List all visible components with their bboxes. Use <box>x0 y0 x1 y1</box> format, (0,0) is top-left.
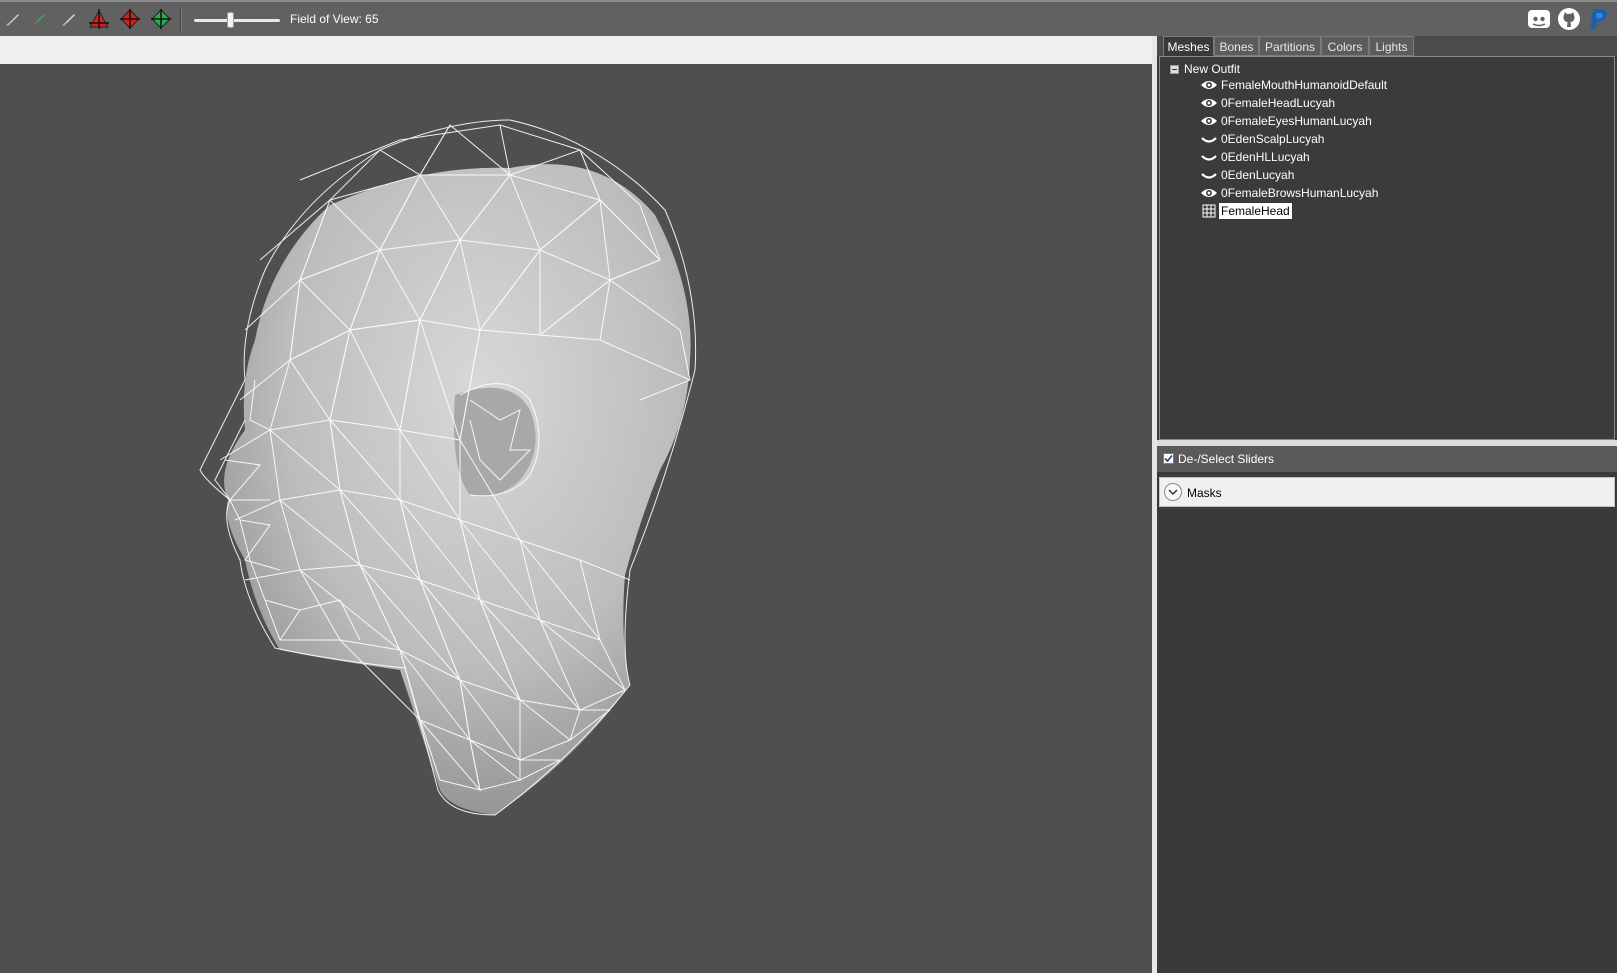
paypal-icon[interactable] <box>1586 6 1612 32</box>
mesh-name[interactable]: 0EdenHLLucyah <box>1219 149 1312 165</box>
brush-icon[interactable] <box>0 6 26 32</box>
mesh-name[interactable]: FemaleHead <box>1218 202 1293 220</box>
field-of-view-label: Field of View: 65 <box>290 12 379 26</box>
inflate-icon[interactable] <box>117 6 143 32</box>
slider-thumb[interactable] <box>227 12 234 28</box>
mesh-name[interactable]: 0EdenScalpLucyah <box>1219 131 1326 147</box>
wireframe-grid-icon[interactable] <box>1200 204 1218 218</box>
mesh-name[interactable]: 0EdenLucyah <box>1219 167 1296 183</box>
tab-partitions[interactable]: Partitions <box>1259 36 1321 56</box>
mesh-name[interactable]: 0FemaleBrowsHumanLucyah <box>1219 185 1380 201</box>
panel-tabs: Meshes Bones Partitions Colors Lights <box>1157 36 1617 56</box>
field-of-view-slider[interactable] <box>194 11 280 29</box>
right-panel: Meshes Bones Partitions Colors Lights Ne… <box>1157 36 1617 973</box>
expand-masks-button[interactable] <box>1164 483 1182 501</box>
tab-bones[interactable]: Bones <box>1214 36 1259 56</box>
discord-icon[interactable] <box>1526 6 1552 32</box>
eye-closed-icon[interactable] <box>1200 150 1218 164</box>
select-sliders-checkbox[interactable] <box>1163 453 1174 464</box>
eye-icon[interactable] <box>1200 186 1218 200</box>
masks-label[interactable]: Masks <box>1187 485 1222 501</box>
slider-track <box>194 19 280 22</box>
mesh-name[interactable]: 0FemaleHeadLucyah <box>1219 95 1337 111</box>
move-vertex-icon[interactable] <box>86 6 112 32</box>
collapse-icon[interactable] <box>1170 65 1179 74</box>
viewport-info-bar <box>0 36 1152 64</box>
tab-colors[interactable]: Colors <box>1321 36 1369 56</box>
eye-closed-icon[interactable] <box>1200 168 1218 182</box>
eye-icon[interactable] <box>1200 96 1218 110</box>
mask-brush-icon[interactable] <box>26 6 52 32</box>
sliders-header: De-/Select Sliders <box>1157 446 1617 472</box>
deflate-icon[interactable] <box>148 6 174 32</box>
mesh-name[interactable]: FemaleMouthHumanoidDefault <box>1219 77 1389 93</box>
checkmark-icon <box>1164 454 1173 463</box>
github-icon[interactable] <box>1556 6 1582 32</box>
masks-group[interactable]: Masks <box>1159 477 1615 507</box>
select-sliders-label[interactable]: De-/Select Sliders <box>1178 451 1274 467</box>
mesh-tree[interactable]: New Outfit FemaleMouthHumanoidDefault 0F… <box>1159 56 1615 440</box>
head-mesh-model <box>199 119 697 816</box>
3d-viewport[interactable] <box>0 64 1152 973</box>
toolbar-separator <box>180 6 182 32</box>
eye-icon[interactable] <box>1200 114 1218 128</box>
mesh-name[interactable]: 0FemaleEyesHumanLucyah <box>1219 113 1374 129</box>
chevron-down-icon <box>1168 489 1178 496</box>
tab-meshes[interactable]: Meshes <box>1163 36 1214 56</box>
brush-alt-icon[interactable] <box>56 6 82 32</box>
tab-lights[interactable]: Lights <box>1369 36 1414 56</box>
eye-closed-icon[interactable] <box>1200 132 1218 146</box>
main-toolbar: Field of View: 65 <box>0 0 1617 36</box>
eye-icon[interactable] <box>1200 78 1218 92</box>
outfit-name[interactable]: New Outfit <box>1184 61 1240 77</box>
